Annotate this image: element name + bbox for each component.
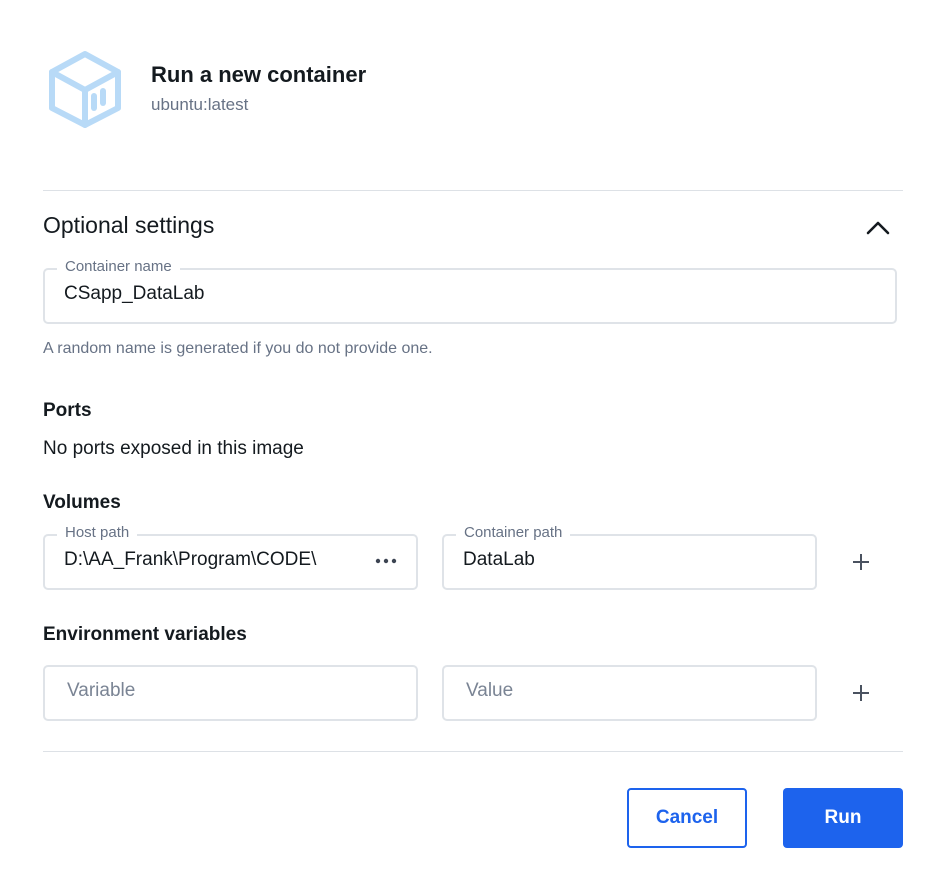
bottom-divider xyxy=(43,751,903,752)
volumes-heading: Volumes xyxy=(43,492,121,513)
container-cube-icon xyxy=(48,50,122,128)
dialog-title: Run a new container xyxy=(151,62,367,87)
add-volume-plus-icon[interactable] xyxy=(845,546,877,578)
container-path-field[interactable]: Container path DataLab xyxy=(442,524,817,590)
chevron-up-icon[interactable] xyxy=(864,214,892,240)
host-path-value[interactable]: D:\AA_Frank\Program\CODE\ xyxy=(64,549,316,571)
env-value-input[interactable]: Value xyxy=(442,665,817,721)
add-env-plus-icon[interactable] xyxy=(845,677,877,709)
host-path-field[interactable]: Host path D:\AA_Frank\Program\CODE\ xyxy=(43,524,418,590)
image-name: ubuntu:latest xyxy=(151,95,249,114)
ports-message: No ports exposed in this image xyxy=(43,438,304,459)
run-button[interactable]: Run xyxy=(783,788,903,848)
env-variable-placeholder: Variable xyxy=(67,680,136,701)
optional-settings-title[interactable]: Optional settings xyxy=(43,212,214,239)
container-path-label: Container path xyxy=(456,524,571,541)
container-name-value[interactable]: CSapp_DataLab xyxy=(64,283,205,305)
container-name-field[interactable]: Container name CSapp_DataLab xyxy=(43,258,897,324)
container-path-value[interactable]: DataLab xyxy=(463,549,535,571)
host-path-label: Host path xyxy=(57,524,138,541)
env-value-placeholder: Value xyxy=(466,680,514,701)
cancel-button[interactable]: Cancel xyxy=(627,788,747,848)
container-name-label: Container name xyxy=(57,258,180,275)
ellipsis-icon[interactable] xyxy=(374,551,398,571)
container-name-helper: A random name is generated if you do not… xyxy=(43,340,433,357)
ports-heading: Ports xyxy=(43,400,92,421)
env-variable-input[interactable]: Variable xyxy=(43,665,418,721)
top-divider xyxy=(43,190,903,191)
env-heading: Environment variables xyxy=(43,624,247,645)
